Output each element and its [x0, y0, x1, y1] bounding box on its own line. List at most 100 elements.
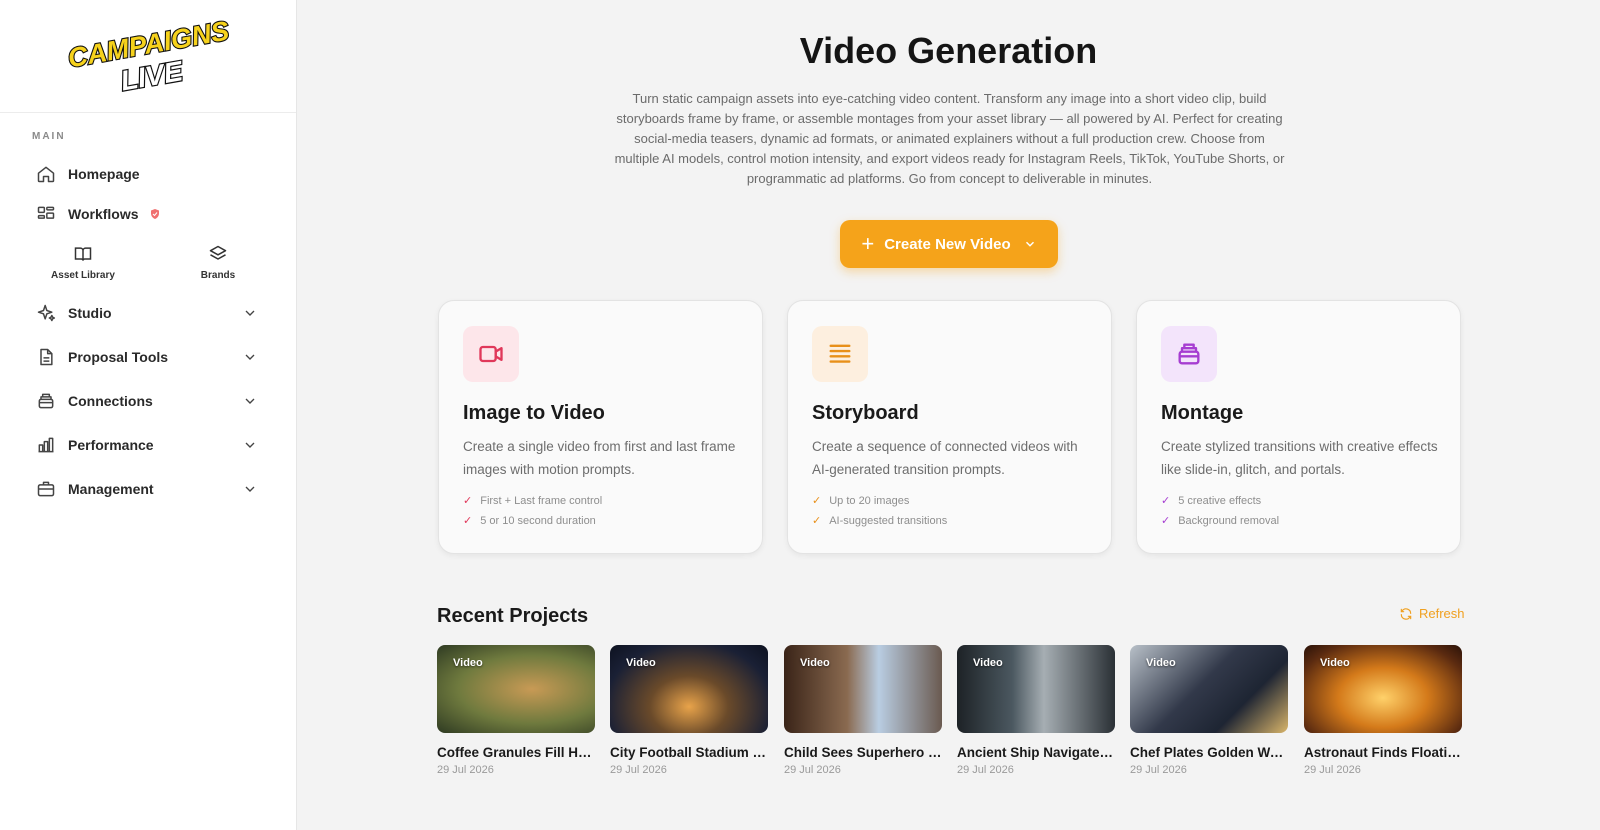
workflows-icon [36, 204, 56, 224]
database-stack-icon [36, 391, 56, 411]
project-date: 29 Jul 2026 [610, 764, 667, 776]
project-thumbnail: Video [1130, 645, 1288, 733]
campaigns-live-logo[interactable]: CAMPAIGNS LIVE [65, 15, 240, 97]
lines-icon [829, 344, 851, 363]
briefcase-icon [36, 479, 56, 499]
refresh-label: Refresh [1419, 606, 1465, 621]
page-description: Turn static campaign assets into eye-cat… [614, 91, 1285, 186]
card-feature: ✓ Background removal [1161, 514, 1280, 528]
sidebar-item-asset-library[interactable]: Asset Library [28, 244, 138, 286]
project-thumbnail: Video [784, 645, 942, 733]
card-icon-box [812, 326, 868, 382]
refresh-button[interactable]: Refresh [1399, 606, 1465, 621]
refresh-icon [1400, 607, 1412, 620]
project-type-tag: Video [1146, 657, 1176, 669]
document-icon [36, 347, 56, 367]
project-date: 29 Jul 2026 [437, 764, 494, 776]
check-icon: ✓ [812, 515, 822, 527]
main-content: Video Generation Turn static campaign as… [297, 0, 1600, 830]
image-to-video-card[interactable]: Image to Video Create a single video fro… [438, 300, 763, 554]
shield-badge-icon [149, 208, 161, 220]
sidebar-item-workflows[interactable]: Workflows [24, 196, 274, 232]
sidebar-item-label: Asset Library [51, 270, 115, 281]
feature-text: AI-suggested transitions [829, 514, 948, 527]
card-title: Image to Video [463, 402, 605, 424]
section-label-main: MAIN [32, 131, 66, 142]
project-card[interactable]: Video City Football Stadium R... 29 Jul … [610, 645, 768, 776]
card-feature: ✓ Up to 20 images [812, 494, 910, 508]
sidebar-item-connections[interactable]: Connections [24, 383, 274, 419]
check-icon: ✓ [1161, 515, 1171, 527]
plus-icon: + [861, 231, 875, 256]
project-type-tag: Video [453, 657, 483, 669]
sidebar-item-label: Studio [68, 305, 112, 321]
sidebar-item-label: Connections [68, 393, 153, 409]
project-type-tag: Video [1320, 657, 1350, 669]
project-card[interactable]: Video Coffee Granules Fill Ho... 29 Jul … [437, 645, 595, 776]
card-title: Montage [1161, 402, 1244, 424]
page-title: Video Generation [799, 30, 1098, 71]
chevron-down-icon[interactable] [242, 437, 258, 453]
card-feature: ✓ 5 creative effects [1161, 494, 1261, 508]
card-feature: ✓ AI-suggested transitions [812, 514, 948, 528]
book-icon [74, 247, 92, 261]
sidebar-item-proposal-tools[interactable]: Proposal Tools [24, 339, 274, 375]
layers-icon [209, 245, 227, 260]
sidebar-item-label: Workflows [68, 206, 139, 222]
feature-text: 5 or 10 second duration [480, 514, 596, 527]
logo-area: CAMPAIGNS LIVE [0, 0, 296, 113]
card-feature: ✓ First + Last frame control [463, 494, 603, 508]
project-name: City Football Stadium R... [610, 745, 768, 760]
home-icon [36, 164, 56, 184]
project-card[interactable]: Video Astronaut Finds Floatin... 29 Jul … [1304, 645, 1462, 776]
project-type-tag: Video [800, 657, 830, 669]
create-new-video-button[interactable]: + Create New Video [840, 220, 1058, 268]
sidebar-item-performance[interactable]: Performance [24, 427, 274, 463]
feature-text: First + Last frame control [480, 494, 603, 507]
sidebar-item-label: Management [68, 481, 154, 497]
bar-chart-icon [36, 435, 56, 455]
chevron-down-icon [1025, 241, 1034, 247]
sidebar-item-homepage[interactable]: Homepage [24, 156, 274, 192]
check-icon: ✓ [1161, 495, 1171, 507]
chevron-down-icon[interactable] [242, 305, 258, 321]
chevron-down-icon[interactable] [242, 481, 258, 497]
create-new-video-label: Create New Video [884, 235, 1011, 253]
project-date: 29 Jul 2026 [784, 764, 841, 776]
card-description: Create a single video from first and las… [463, 439, 736, 477]
project-date: 29 Jul 2026 [1304, 764, 1361, 776]
feature-text: Background removal [1178, 514, 1280, 527]
check-icon: ✓ [463, 515, 473, 527]
project-name: Child Sees Superhero F... [784, 745, 942, 760]
project-card[interactable]: Video Chef Plates Golden Wa... 29 Jul 20… [1130, 645, 1288, 776]
sidebar-item-management[interactable]: Management [24, 471, 274, 507]
project-thumbnail: Video [1304, 645, 1462, 733]
check-icon: ✓ [463, 495, 473, 507]
project-thumbnail: Video [437, 645, 595, 733]
video-camera-icon [479, 345, 503, 363]
sparkles-icon [36, 303, 56, 323]
card-description: Create a sequence of connected videos wi… [812, 439, 1078, 477]
sidebar-item-label: Proposal Tools [68, 349, 169, 365]
project-type-tag: Video [626, 657, 656, 669]
project-name: Chef Plates Golden Wa... [1130, 745, 1288, 760]
project-type-tag: Video [973, 657, 1003, 669]
project-date: 29 Jul 2026 [1130, 764, 1187, 776]
feature-text: Up to 20 images [829, 494, 910, 507]
card-icon-box [463, 326, 519, 382]
storyboard-card[interactable]: Storyboard Create a sequence of connecte… [787, 300, 1112, 554]
project-name: Coffee Granules Fill Ho... [437, 745, 595, 760]
sidebar-item-studio[interactable]: Studio [24, 295, 274, 331]
card-description: Create stylized transitions with creativ… [1161, 439, 1438, 477]
recent-projects-title: Recent Projects [437, 605, 589, 627]
project-thumbnail: Video [957, 645, 1115, 733]
montage-card[interactable]: Montage Create stylized transitions with… [1136, 300, 1461, 554]
project-card[interactable]: Video Ancient Ship Navigates... 29 Jul 2… [957, 645, 1115, 776]
check-icon: ✓ [812, 495, 822, 507]
sidebar-item-brands[interactable]: Brands [163, 244, 273, 286]
chevron-down-icon[interactable] [242, 393, 258, 409]
card-title: Storyboard [812, 402, 919, 424]
project-name: Ancient Ship Navigates... [957, 745, 1115, 760]
project-card[interactable]: Video Child Sees Superhero F... 29 Jul 2… [784, 645, 942, 776]
chevron-down-icon[interactable] [242, 349, 258, 365]
